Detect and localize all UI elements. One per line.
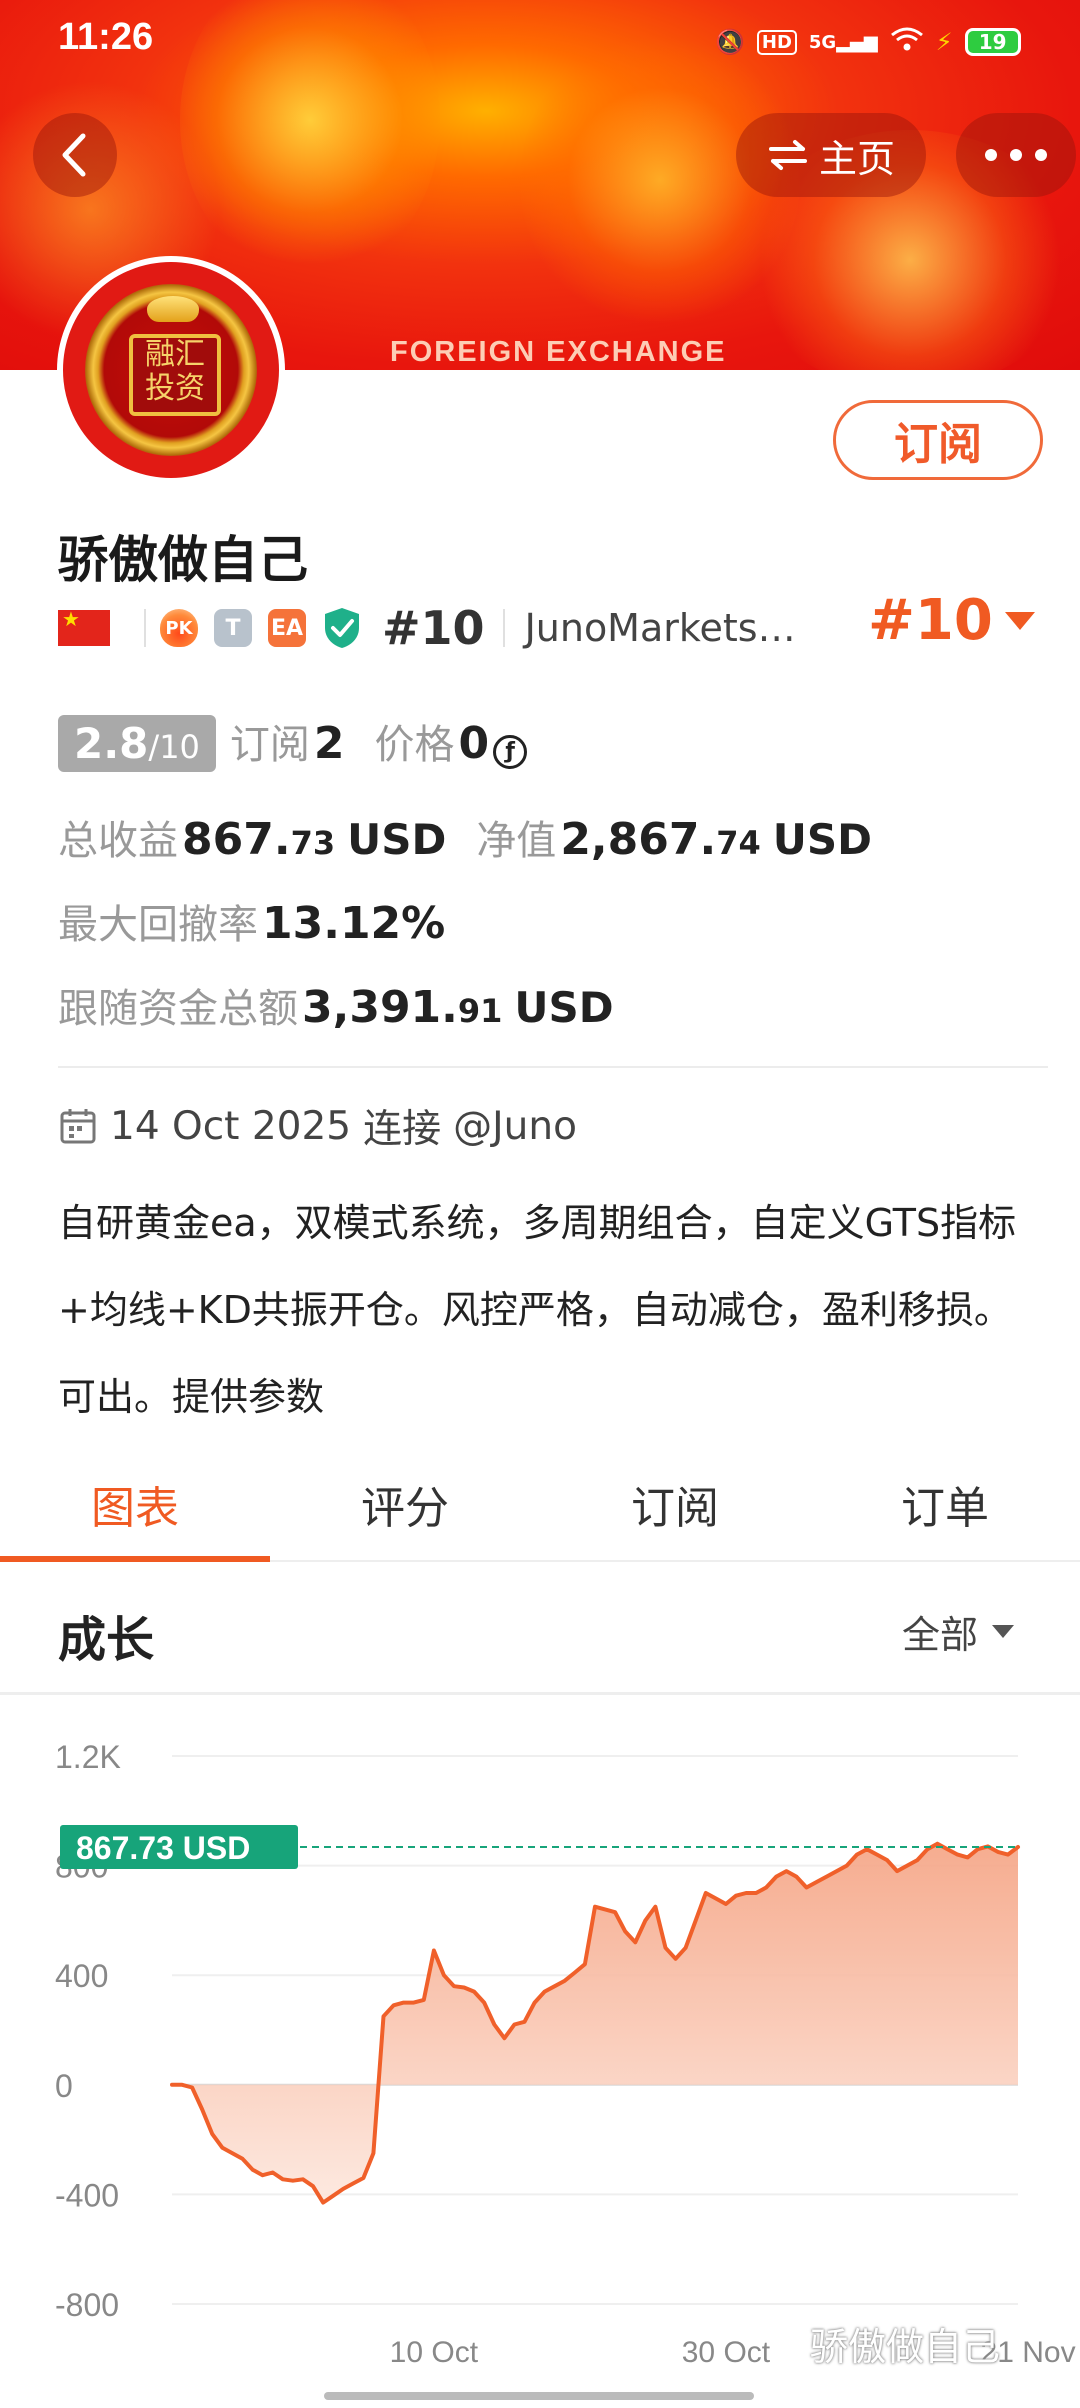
more-dots-icon: [985, 149, 1047, 161]
subscribe-button[interactable]: 订阅: [833, 400, 1043, 480]
max-drawdown-value: 13.12%: [262, 898, 446, 949]
t-badge[interactable]: T: [214, 609, 252, 647]
coin-icon: ƒ: [493, 734, 528, 769]
growth-chart[interactable]: 1.2K8004000-400-800 10 Oct30 Oct21 Nov 8…: [0, 1700, 1080, 2380]
avatar-plate: 融汇 投资: [129, 334, 221, 416]
y-tick-label: -800: [55, 2287, 119, 2323]
avatar[interactable]: 融汇 投资: [57, 256, 285, 484]
price-value: 0: [458, 718, 490, 769]
score-badge: 2.8/10: [58, 715, 216, 772]
more-options-button[interactable]: [956, 113, 1076, 197]
connected-label: 连接: [363, 1107, 442, 1152]
profit-row: 总收益 867.73 USD 净值 2,867.74 USD: [58, 808, 902, 866]
gold-ingot-icon: [147, 296, 199, 322]
follow-total-row: 跟随资金总额 3,391.91 USD: [58, 976, 644, 1034]
current-value-label: 867.73 USD: [76, 1830, 250, 1866]
y-tick-label: 400: [55, 1958, 108, 1994]
max-drawdown-label: 最大回撤率: [58, 902, 258, 948]
rank-value: #10: [868, 588, 993, 653]
status-time: 11:26: [58, 16, 154, 58]
mute-bell-icon: 🔕: [715, 28, 745, 56]
x-tick-label: 10 Oct: [390, 2336, 479, 2369]
total-profit-value: 867.73: [182, 814, 336, 865]
wifi-icon: [890, 26, 924, 58]
calendar-icon: [60, 1109, 96, 1144]
watermark: 骄傲做自己: [810, 2325, 1001, 2369]
follow-total-value: 3,391.91: [302, 982, 503, 1033]
profile-name: 骄傲做自己: [58, 531, 308, 589]
y-tick-label: 1.2K: [55, 1739, 121, 1775]
hd-icon: HD: [756, 29, 797, 55]
total-profit-label: 总收益: [58, 818, 178, 864]
equity-label: 净值: [476, 818, 557, 864]
drawdown-row: 最大回撤率 13.12%: [58, 892, 445, 950]
chevron-left-icon: [62, 133, 86, 177]
strategy-description: 自研黄金ea，双模式系统，多周期组合，自定义GTS指标+均线+KD共振开仓。风控…: [58, 1201, 1017, 1419]
pk-badge[interactable]: PK: [160, 609, 198, 647]
charging-icon: ⚡: [935, 28, 953, 56]
growth-area: [172, 1843, 1018, 2203]
tab-rating[interactable]: 评分: [270, 1450, 540, 1560]
growth-title: 成长: [58, 1612, 155, 1668]
connection-handle[interactable]: @Juno: [453, 1104, 577, 1149]
y-tick-label: -400: [55, 2177, 119, 2213]
subscriptions-value: 2: [313, 718, 345, 769]
range-filter-dropdown[interactable]: 全部: [902, 1604, 1015, 1659]
broker-name[interactable]: JunoMarkets…: [525, 606, 796, 650]
divider: [0, 1692, 1080, 1695]
equity-value: 2,867.74: [560, 814, 761, 865]
status-icons: 🔕 HD 5G▂▄▆ ⚡ 19: [715, 22, 1021, 62]
x-tick-label: 30 Oct: [682, 2336, 771, 2369]
divider: [58, 1066, 1048, 1068]
banner-caption: FOREIGN EXCHANGE: [390, 336, 727, 368]
total-profit-unit: USD: [347, 815, 447, 864]
caret-down-icon: [992, 1625, 1015, 1638]
subscriptions-label: 订阅: [229, 722, 310, 768]
equity-unit: USD: [772, 815, 872, 864]
signal-icon: 5G▂▄▆: [808, 31, 878, 53]
connection-date: 14 Oct 2025: [110, 1103, 352, 1149]
caret-down-icon: [1004, 611, 1035, 630]
tab-bar: 图表 评分 订阅 订单: [0, 1450, 1080, 1562]
ea-badge[interactable]: EA: [268, 609, 306, 647]
swap-arrows-icon: [768, 140, 807, 170]
follow-total-unit: USD: [514, 983, 614, 1032]
home-label: 主页: [818, 136, 895, 181]
battery-icon: 19: [964, 28, 1021, 56]
tab-chart[interactable]: 图表: [0, 1450, 270, 1562]
price-label: 价格: [374, 722, 455, 768]
home-indicator[interactable]: [324, 2392, 754, 2400]
home-button[interactable]: 主页: [736, 113, 926, 197]
tab-subscriptions[interactable]: 订阅: [540, 1450, 810, 1560]
china-flag-icon: [58, 607, 110, 646]
badge-row: PK T EA #10 JunoMarkets…: [58, 600, 796, 656]
y-tick-label: 0: [55, 2068, 73, 2104]
follow-total-label: 跟随资金总额: [58, 986, 298, 1032]
connection-info: 14 Oct 2025 连接 @Juno: [58, 1098, 577, 1154]
range-filter-label: 全部: [902, 1613, 979, 1657]
tab-orders[interactable]: 订单: [810, 1450, 1080, 1560]
verified-shield-icon: [322, 608, 362, 648]
rank-badge: #10: [382, 601, 485, 655]
rank-selector[interactable]: #10: [868, 588, 1035, 653]
score-row: 2.8/10 订阅 2 价格 0 ƒ: [58, 712, 528, 772]
back-button[interactable]: [33, 113, 117, 197]
